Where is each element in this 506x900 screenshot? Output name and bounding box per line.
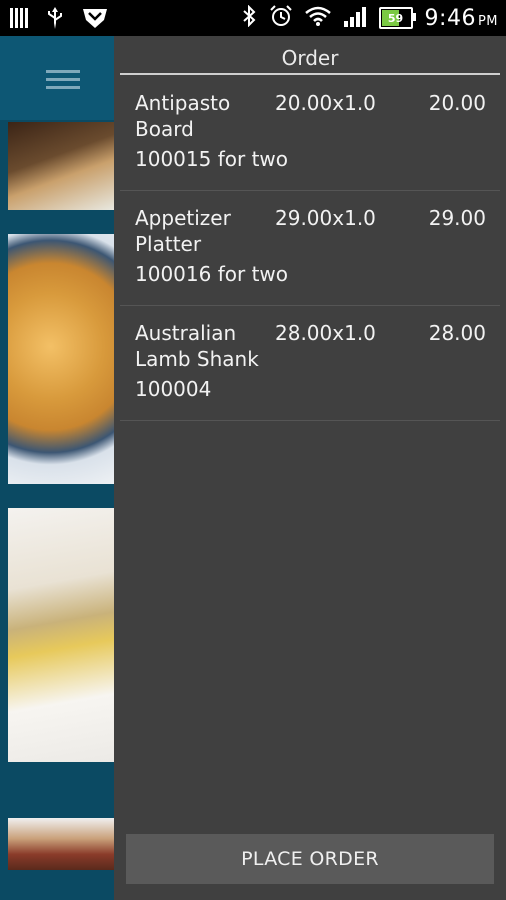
notification-icon — [10, 8, 28, 32]
battery-level: 59 — [387, 11, 404, 25]
item-code: 100004 — [135, 377, 212, 401]
item-total: 29.00 — [428, 206, 486, 230]
clock: 9:46 PM — [425, 6, 498, 31]
order-item[interactable]: Appetizer Platter 29.00x1.0 29.00 100016… — [120, 191, 500, 306]
order-item[interactable]: Antipasto Board 20.00x1.0 20.00 100015 f… — [120, 76, 500, 191]
clock-ampm: PM — [477, 13, 498, 29]
clock-time: 9:46 — [424, 5, 476, 31]
signal-icon — [343, 5, 367, 31]
usb-icon — [46, 7, 64, 33]
battery-icon: 59 — [378, 7, 416, 29]
item-name: Australian Lamb Shank — [135, 321, 259, 371]
item-price-qty: 28.00x1.0 — [275, 321, 376, 345]
item-total: 28.00 — [428, 321, 486, 345]
order-drawer: Order Antipasto Board 20.00x1.0 20.00 10… — [114, 36, 506, 900]
menu-header — [0, 36, 114, 120]
menu-icon[interactable] — [46, 70, 80, 94]
order-list: Antipasto Board 20.00x1.0 20.00 100015 f… — [120, 76, 500, 421]
menu-item-image[interactable] — [8, 508, 114, 762]
order-title: Order — [281, 46, 339, 70]
alarm-icon — [269, 5, 293, 31]
wifi-icon — [304, 5, 331, 31]
item-code: 100015 for two — [135, 147, 288, 171]
item-total: 20.00 — [428, 91, 486, 115]
item-code: 100016 for two — [135, 262, 288, 286]
shield-icon — [82, 7, 108, 33]
item-name: Antipasto Board — [135, 91, 231, 141]
item-price-qty: 20.00x1.0 — [275, 91, 376, 115]
menu-item-image[interactable] — [8, 122, 114, 210]
bluetooth-icon — [241, 4, 257, 31]
menu-item-image[interactable] — [8, 818, 114, 870]
order-item[interactable]: Australian Lamb Shank 28.00x1.0 28.00 10… — [120, 306, 500, 421]
item-name: Appetizer Platter — [135, 206, 231, 256]
title-divider — [120, 73, 500, 75]
place-order-button[interactable]: PLACE ORDER — [126, 834, 494, 884]
menu-item-image[interactable] — [8, 234, 114, 484]
menu-panel — [0, 36, 114, 900]
item-price-qty: 29.00x1.0 — [275, 206, 376, 230]
status-bar: 59 9:46 PM — [0, 0, 506, 36]
